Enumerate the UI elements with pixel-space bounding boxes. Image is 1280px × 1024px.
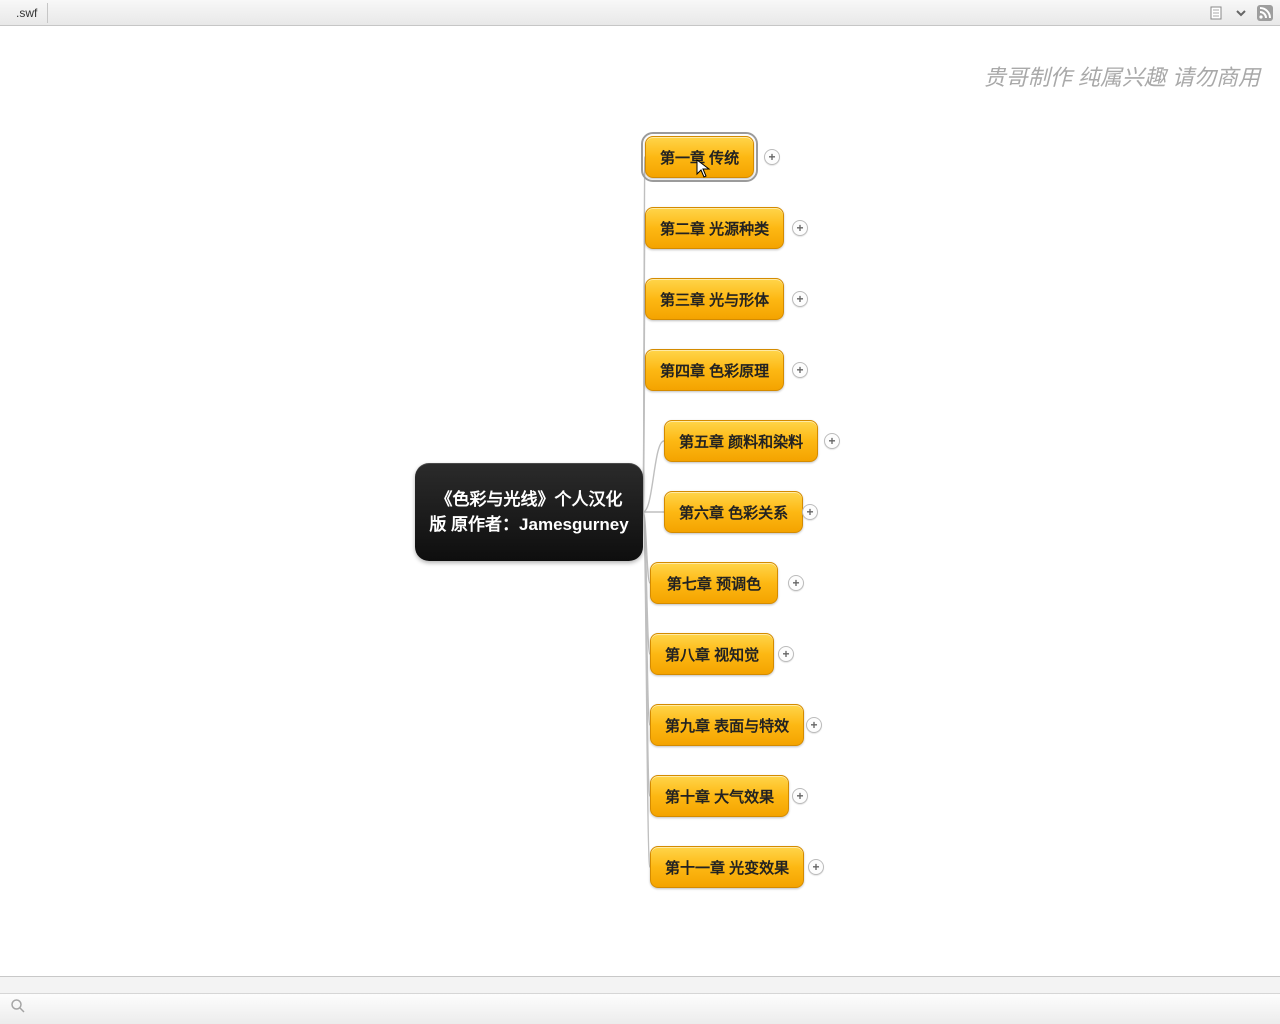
expand-button[interactable]: + <box>824 433 840 449</box>
expand-button[interactable]: + <box>778 646 794 662</box>
rss-icon[interactable] <box>1256 4 1274 22</box>
root-node-label: 《色彩与光线》个人汉化版 原作者：Jamesgurney <box>429 487 629 538</box>
page-icon[interactable] <box>1208 4 1226 22</box>
chapter-node-label: 第一章 传统 <box>660 147 739 168</box>
chapter-node-label: 第五章 颜料和染料 <box>679 431 803 452</box>
expand-button[interactable]: + <box>792 362 808 378</box>
expand-button[interactable]: + <box>802 504 818 520</box>
chapter-node-label: 第二章 光源种类 <box>660 218 769 239</box>
expand-button[interactable]: + <box>764 149 780 165</box>
chapter-node-label: 第八章 视知觉 <box>665 644 759 665</box>
chapter-node-label: 第九章 表面与特效 <box>665 715 789 736</box>
search-bar[interactable] <box>0 993 1280 1024</box>
chapter-node-label: 第三章 光与形体 <box>660 289 769 310</box>
dropdown-icon[interactable] <box>1232 4 1250 22</box>
chapter-node-5[interactable]: 第五章 颜料和染料 <box>664 420 818 462</box>
expand-button[interactable]: + <box>792 220 808 236</box>
chapter-node-9[interactable]: 第九章 表面与特效 <box>650 704 804 746</box>
search-icon <box>10 998 26 1019</box>
expand-button[interactable]: + <box>792 788 808 804</box>
topbar-icons <box>1208 2 1274 24</box>
bottom-bar <box>0 976 1280 1024</box>
expand-button[interactable]: + <box>788 575 804 591</box>
chapter-node-label: 第四章 色彩原理 <box>660 360 769 381</box>
chapter-node-6[interactable]: 第六章 色彩关系 <box>664 491 803 533</box>
chapter-node-label: 第十章 大气效果 <box>665 786 774 807</box>
chapter-node-label: 第七章 预调色 <box>667 573 761 594</box>
bottom-gap <box>0 977 1280 993</box>
chapter-node-label: 第十一章 光变效果 <box>665 857 789 878</box>
chapter-node-4[interactable]: 第四章 色彩原理 <box>645 349 784 391</box>
expand-button[interactable]: + <box>792 291 808 307</box>
chapter-node-1[interactable]: 第一章 传统 <box>645 136 754 178</box>
root-node[interactable]: 《色彩与光线》个人汉化版 原作者：Jamesgurney <box>415 463 643 561</box>
mindmap-canvas[interactable]: 贵哥制作 纯属兴趣 请勿商用 《色彩与光线》个人汉化版 原作者：Jamesgur… <box>0 26 1280 976</box>
watermark-text: 贵哥制作 纯属兴趣 请勿商用 <box>984 60 1260 92</box>
expand-button[interactable]: + <box>808 859 824 875</box>
tab-label[interactable]: .swf <box>6 3 48 23</box>
chapter-node-2[interactable]: 第二章 光源种类 <box>645 207 784 249</box>
chapter-node-10[interactable]: 第十章 大气效果 <box>650 775 789 817</box>
chapter-node-11[interactable]: 第十一章 光变效果 <box>650 846 804 888</box>
browser-top-bar: .swf <box>0 0 1280 26</box>
chapter-node-8[interactable]: 第八章 视知觉 <box>650 633 774 675</box>
chapter-node-label: 第六章 色彩关系 <box>679 502 788 523</box>
expand-button[interactable]: + <box>806 717 822 733</box>
chapter-node-3[interactable]: 第三章 光与形体 <box>645 278 784 320</box>
chapter-node-7[interactable]: 第七章 预调色 <box>650 562 778 604</box>
